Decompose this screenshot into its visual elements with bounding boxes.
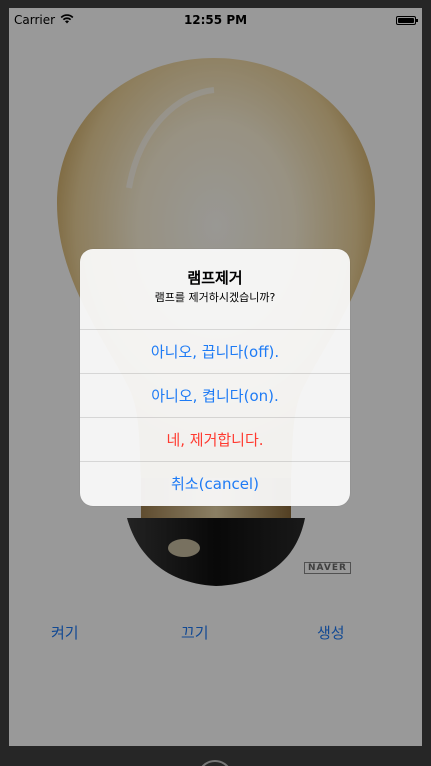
alert-action-no-on[interactable]: 아니오, 켭니다(on).	[80, 373, 350, 417]
remove-lamp-alert: 램프제거 램프를 제거하시겠습니까? 아니오, 끕니다(off). 아니오, 켭…	[80, 249, 350, 506]
alert-title: 램프제거	[187, 269, 243, 287]
alert-action-no-off[interactable]: 아니오, 끕니다(off).	[80, 329, 350, 373]
alert-header: 램프제거 램프를 제거하시겠습니까?	[80, 249, 350, 329]
device-frame: Carrier 12:55 PM NAVER 켜기 끄기 생성 램프제거 램프를…	[0, 0, 431, 766]
alert-message: 램프를 제거하시겠습니까?	[154, 291, 276, 304]
alert-action-yes-remove[interactable]: 네, 제거합니다.	[80, 417, 350, 461]
home-button[interactable]	[197, 760, 233, 766]
app-screen: Carrier 12:55 PM NAVER 켜기 끄기 생성 램프제거 램프를…	[9, 8, 422, 746]
alert-action-cancel[interactable]: 취소(cancel)	[80, 461, 350, 505]
